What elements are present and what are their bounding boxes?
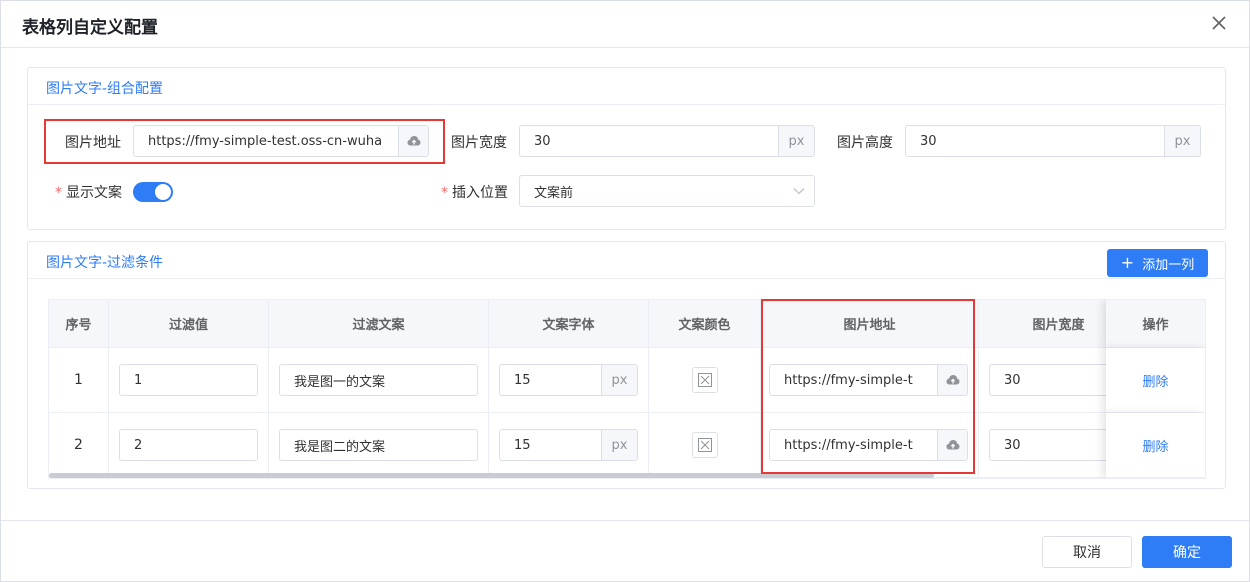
- row-image-url-value: https://fmy-simple-t: [784, 372, 913, 388]
- image-height-input[interactable]: 30 px: [905, 125, 1201, 157]
- empty-color-icon: [697, 438, 712, 452]
- cell-action: 删除: [1106, 348, 1205, 413]
- cell-filter-value: 1: [109, 348, 269, 413]
- confirm-button[interactable]: 确定: [1142, 536, 1232, 568]
- chevron-down-icon: [784, 187, 814, 195]
- color-picker[interactable]: [691, 367, 718, 393]
- cancel-button[interactable]: 取消: [1042, 536, 1132, 568]
- filter-value-input[interactable]: 1: [119, 364, 258, 396]
- filter-header: 图片文字-过滤条件: [28, 242, 1225, 279]
- filter-text-value: 我是图二的文案: [294, 439, 386, 455]
- col-header-filter-value: 过滤值: [109, 300, 269, 348]
- add-column-label: 添加一列: [1142, 257, 1195, 273]
- cloud-upload-icon[interactable]: [937, 365, 967, 395]
- cell-color: [649, 348, 761, 413]
- col-header-index: 序号: [49, 300, 109, 348]
- image-height-label: 图片高度: [837, 135, 893, 151]
- image-url-label: 图片地址: [65, 135, 121, 151]
- add-column-button[interactable]: + 添加一列: [1107, 249, 1208, 277]
- font-size-value: 15: [514, 437, 531, 453]
- image-width-unit: px: [778, 126, 814, 156]
- insert-pos-label-text: 插入位置: [452, 185, 508, 201]
- image-width-value: 30: [534, 133, 551, 149]
- filter-text-value: 我是图一的文案: [294, 374, 386, 390]
- col-header-action: 操作: [1106, 300, 1205, 348]
- cell-image-url: https://fmy-simple-t: [761, 413, 979, 478]
- font-size-unit: px: [601, 365, 637, 395]
- show-text-label: * 显示文案: [55, 182, 122, 202]
- image-url-input[interactable]: https://fmy-simple-test.oss-cn-wuha: [133, 125, 429, 157]
- required-mark: *: [55, 185, 62, 201]
- delete-row-link[interactable]: 删除: [1142, 436, 1168, 455]
- filter-value-input[interactable]: 2: [119, 429, 258, 461]
- insert-pos-select[interactable]: 文案前: [519, 175, 815, 207]
- font-size-input[interactable]: 15 px: [499, 364, 638, 396]
- cell-image-url: https://fmy-simple-t: [761, 348, 979, 413]
- filter-text-input[interactable]: 我是图一的文案: [279, 364, 478, 396]
- horizontal-scrollbar[interactable]: [49, 473, 934, 478]
- cloud-upload-icon[interactable]: [398, 126, 428, 156]
- cell-action: 删除: [1106, 413, 1205, 478]
- cell-font: 15 px: [489, 413, 649, 478]
- insert-pos-value: 文案前: [534, 185, 574, 201]
- plus-icon: +: [1120, 253, 1135, 272]
- required-mark: *: [441, 185, 448, 201]
- insert-pos-label: * 插入位置: [441, 182, 508, 202]
- filter-title: 图片文字-过滤条件: [46, 255, 164, 271]
- filter-text-input[interactable]: 我是图二的文案: [279, 429, 478, 461]
- cell-index: 1: [49, 348, 109, 413]
- cell-filter-text: 我是图二的文案: [269, 413, 489, 478]
- col-header-font: 文案字体: [489, 300, 649, 348]
- cell-filter-text: 我是图一的文案: [269, 348, 489, 413]
- color-picker[interactable]: [691, 432, 718, 458]
- row-image-url-input[interactable]: https://fmy-simple-t: [769, 364, 968, 396]
- image-width-label: 图片宽度: [451, 135, 507, 151]
- col-header-color: 文案颜色: [649, 300, 761, 348]
- filter-value-text: 1: [134, 372, 143, 388]
- dialog-header: 表格列自定义配置: [1, 1, 1249, 48]
- cell-color: [649, 413, 761, 478]
- delete-row-link[interactable]: 删除: [1142, 371, 1168, 390]
- combo-config-header: 图片文字-组合配置: [28, 68, 1225, 105]
- config-dialog: 表格列自定义配置 图片文字-组合配置 图片地址 https://fmy-simp…: [0, 0, 1250, 582]
- cell-font: 15 px: [489, 348, 649, 413]
- col-header-image-url: 图片地址: [761, 300, 979, 348]
- show-text-label-text: 显示文案: [66, 185, 122, 201]
- show-text-switch[interactable]: [133, 182, 173, 202]
- image-width-input[interactable]: 30 px: [519, 125, 815, 157]
- image-height-unit: px: [1164, 126, 1200, 156]
- close-icon[interactable]: [1209, 13, 1229, 33]
- dialog-title: 表格列自定义配置: [22, 18, 158, 38]
- image-height-value: 30: [920, 133, 937, 149]
- font-size-input[interactable]: 15 px: [499, 429, 638, 461]
- cell-index: 2: [49, 413, 109, 478]
- row-image-url-input[interactable]: https://fmy-simple-t: [769, 429, 968, 461]
- footer-divider: [1, 520, 1249, 521]
- image-url-value: https://fmy-simple-test.oss-cn-wuha: [148, 133, 383, 149]
- combo-config-title: 图片文字-组合配置: [46, 81, 164, 97]
- switch-knob: [155, 184, 171, 200]
- font-size-value: 15: [514, 372, 531, 388]
- font-size-unit: px: [601, 430, 637, 460]
- empty-color-icon: [697, 373, 712, 387]
- filter-table: 序号 过滤值 过滤文案 文案字体 文案颜色 图片地址 图片宽度 操作 1 1 我…: [48, 299, 1206, 479]
- row-image-url-value: https://fmy-simple-t: [784, 437, 913, 453]
- col-header-filter-text: 过滤文案: [269, 300, 489, 348]
- cell-filter-value: 2: [109, 413, 269, 478]
- filter-value-text: 2: [134, 437, 143, 453]
- cloud-upload-icon[interactable]: [937, 430, 967, 460]
